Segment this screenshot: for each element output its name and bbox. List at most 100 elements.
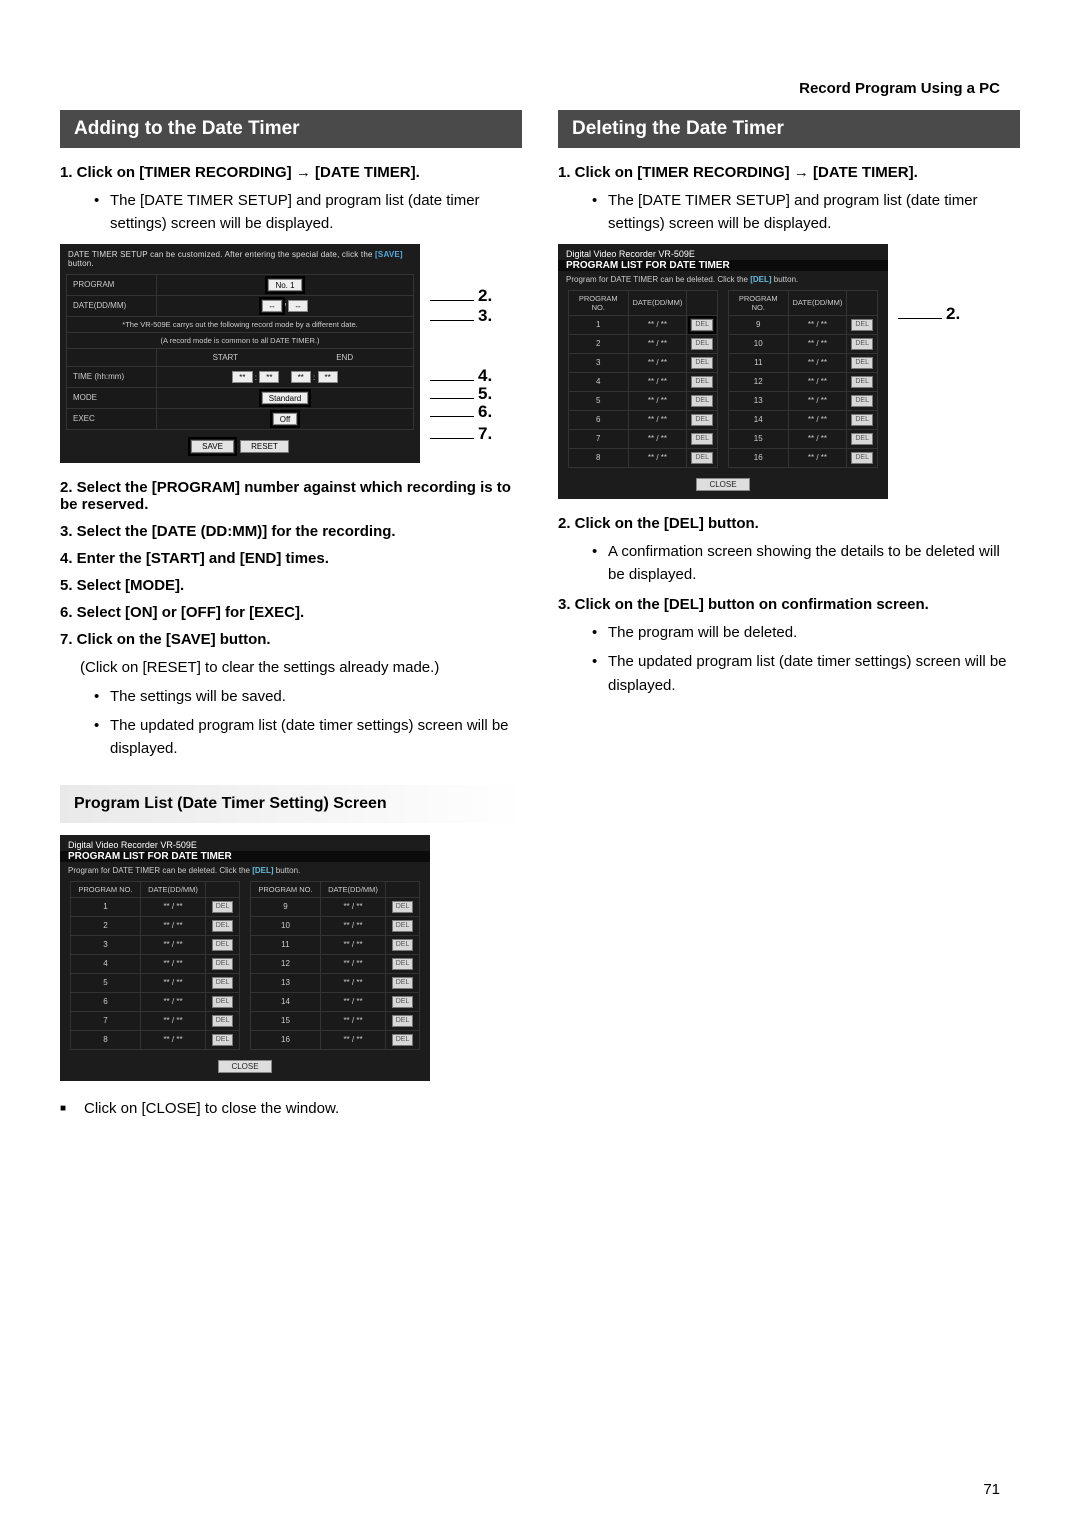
del-cell: DEL <box>687 429 718 448</box>
del-cell: DEL <box>206 935 240 954</box>
del-button[interactable]: DEL <box>212 1034 234 1046</box>
table-row: 6** / **DEL <box>71 992 240 1011</box>
del-cell: DEL <box>386 897 420 916</box>
del-button[interactable]: DEL <box>851 376 873 388</box>
callout-del-2: 2. <box>898 304 960 324</box>
date-cell: ** / ** <box>140 1030 205 1049</box>
del-cell: DEL <box>206 1030 240 1049</box>
del-button[interactable]: DEL <box>691 452 713 464</box>
del-button[interactable]: DEL <box>851 433 873 445</box>
del-button[interactable]: DEL <box>392 958 414 970</box>
setup-screenshot-wrap: DATE TIMER SETUP can be customized. Afte… <box>60 244 522 463</box>
del-button[interactable]: DEL <box>691 376 713 388</box>
end-mm[interactable]: ** <box>318 371 338 383</box>
exec-select[interactable]: Off <box>273 413 298 425</box>
del-button[interactable]: DEL <box>212 901 234 913</box>
right-step3: 3. Click on the [DEL] button on confirma… <box>558 596 1020 613</box>
date-cell: ** / ** <box>140 992 205 1011</box>
right-step1: 1. Click on [TIMER RECORDING] → [DATE TI… <box>558 164 1020 181</box>
time-colon-2: : <box>313 373 315 382</box>
date-mm-select[interactable]: -- <box>288 300 307 312</box>
date-cell: ** / ** <box>320 897 385 916</box>
del-button[interactable]: DEL <box>691 395 713 407</box>
del-col-program-r: PROGRAM NO. <box>729 290 789 315</box>
date-cell: ** / ** <box>628 448 687 467</box>
time-colon-1: : <box>255 373 257 382</box>
program-no-cell: 16 <box>729 448 789 467</box>
table-row: 16** / **DEL <box>251 1030 420 1049</box>
del-button[interactable]: DEL <box>212 939 234 951</box>
end-hh[interactable]: ** <box>291 371 311 383</box>
subhead-program-list: Program List (Date Timer Setting) Screen <box>60 785 522 823</box>
date-dd-select[interactable]: -- <box>262 300 281 312</box>
setup-caption-a: DATE TIMER SETUP can be customized. Afte… <box>68 250 375 259</box>
right-step2: 2. Click on the [DEL] button. <box>558 515 1020 532</box>
left-step5: 5. Select [MODE]. <box>60 577 522 594</box>
table-row: 13** / **DEL <box>251 973 420 992</box>
program-no-cell: 3 <box>71 935 141 954</box>
del-button[interactable]: DEL <box>691 357 713 369</box>
program-no-cell: 4 <box>569 372 629 391</box>
del-button[interactable]: DEL <box>392 901 414 913</box>
left-step6: 6. Select [ON] or [OFF] for [EXEC]. <box>60 604 522 621</box>
del-button[interactable]: DEL <box>691 414 713 426</box>
del-close-button[interactable]: CLOSE <box>696 478 749 491</box>
program-no-cell: 5 <box>71 973 141 992</box>
close-button[interactable]: CLOSE <box>218 1060 271 1073</box>
mode-select[interactable]: Standard <box>262 392 308 404</box>
date-cell: ** / ** <box>320 954 385 973</box>
callout-6-label: 6. <box>478 402 492 421</box>
del-col-date-r: DATE(DD/MM) <box>788 290 847 315</box>
del-cell: DEL <box>687 448 718 467</box>
program-select[interactable]: No. 1 <box>268 279 301 291</box>
del-button[interactable]: DEL <box>851 338 873 350</box>
date-cell: ** / ** <box>788 353 847 372</box>
date-cell: ** / ** <box>788 391 847 410</box>
arrow-icon: → <box>296 164 311 181</box>
del-button[interactable]: DEL <box>691 338 713 350</box>
table-row: 2** / **DEL <box>569 334 718 353</box>
program-no-cell: 8 <box>569 448 629 467</box>
start-hh[interactable]: ** <box>232 371 252 383</box>
del-button[interactable]: DEL <box>392 939 414 951</box>
program-no-cell: 7 <box>71 1011 141 1030</box>
program-no-cell: 12 <box>729 372 789 391</box>
del-cell: DEL <box>206 1011 240 1030</box>
save-button[interactable]: SAVE <box>191 440 234 453</box>
reset-button[interactable]: RESET <box>240 440 289 453</box>
left-step7-b1: The settings will be saved. <box>94 685 522 708</box>
del-button[interactable]: DEL <box>392 920 414 932</box>
del-button[interactable]: DEL <box>212 920 234 932</box>
del-col-program-l: PROGRAM NO. <box>569 290 629 315</box>
del-button[interactable]: DEL <box>392 977 414 989</box>
del-panel-title: PROGRAM LIST FOR DATE TIMER <box>558 260 888 271</box>
del-cell: DEL <box>206 992 240 1011</box>
del-button[interactable]: DEL <box>851 452 873 464</box>
del-button[interactable]: DEL <box>392 996 414 1008</box>
del-button[interactable]: DEL <box>851 395 873 407</box>
del-button[interactable]: DEL <box>392 1034 414 1046</box>
del-button[interactable]: DEL <box>691 319 713 331</box>
del-button[interactable]: DEL <box>851 357 873 369</box>
del-button[interactable]: DEL <box>691 433 713 445</box>
del-button[interactable]: DEL <box>212 958 234 970</box>
start-mm[interactable]: ** <box>259 371 279 383</box>
table-row: 13** / **DEL <box>729 391 878 410</box>
del-button[interactable]: DEL <box>212 977 234 989</box>
del-table-right: PROGRAM NO. DATE(DD/MM) 9** / **DEL10** … <box>728 290 878 468</box>
del-button[interactable]: DEL <box>212 1015 234 1027</box>
left-step1-suffix: [DATE TIMER]. <box>311 164 420 181</box>
column-right: Deleting the Date Timer 1. Click on [TIM… <box>558 110 1020 1120</box>
del-cell: DEL <box>687 353 718 372</box>
label-date: DATE(DD/MM) <box>67 295 157 316</box>
del-button[interactable]: DEL <box>851 319 873 331</box>
delete-screenshot: Digital Video Recorder VR-509E PROGRAM L… <box>558 244 888 499</box>
del-button[interactable]: DEL <box>851 414 873 426</box>
program-no-cell: 11 <box>251 935 321 954</box>
date-cell: ** / ** <box>788 448 847 467</box>
del-button[interactable]: DEL <box>212 996 234 1008</box>
left-step7-b2: The updated program list (date timer set… <box>94 714 522 761</box>
del-button[interactable]: DEL <box>392 1015 414 1027</box>
program-no-cell: 15 <box>251 1011 321 1030</box>
program-no-cell: 8 <box>71 1030 141 1049</box>
